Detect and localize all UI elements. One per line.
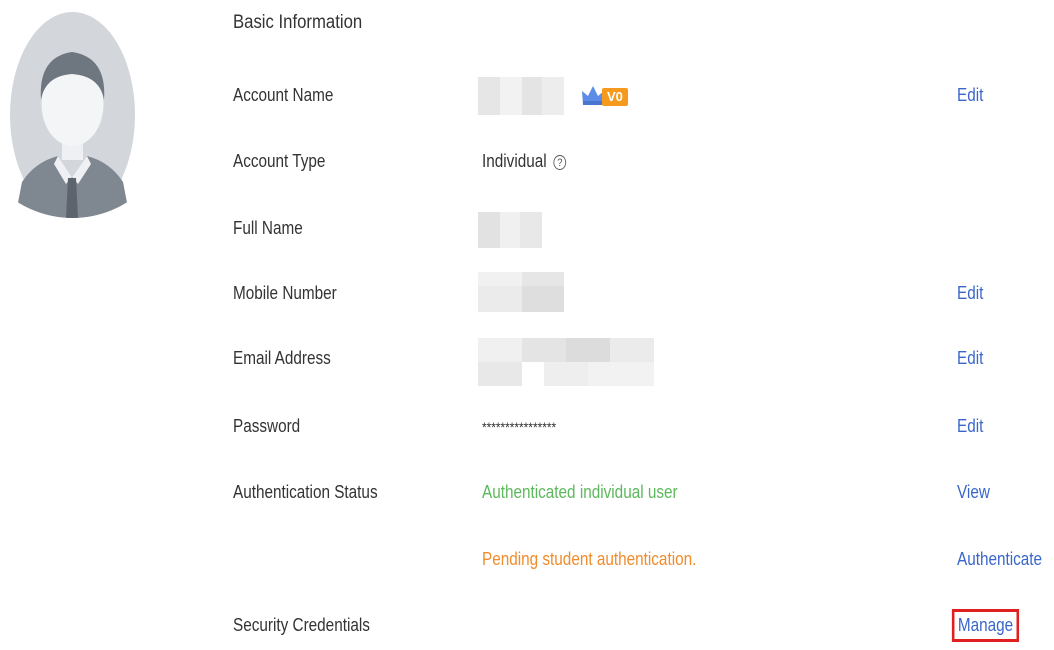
account-type-text: Individual xyxy=(482,151,547,171)
email-address-redacted xyxy=(478,338,654,386)
manage-security-credentials-link[interactable]: Manage xyxy=(951,609,1020,642)
edit-account-name-link[interactable]: Edit xyxy=(957,85,983,106)
row-authentication-status: Authentication Status Authenticated indi… xyxy=(0,474,1054,514)
row-account-type: Account Type Individual? xyxy=(0,143,1054,183)
row-account-name: Account Name V0 Edit xyxy=(0,77,1054,117)
edit-mobile-number-link[interactable]: Edit xyxy=(957,283,983,304)
full-name-redacted xyxy=(478,212,542,248)
row-full-name: Full Name xyxy=(0,210,1054,250)
password-label: Password xyxy=(233,416,301,436)
mobile-number-label: Mobile Number xyxy=(233,283,337,303)
row-security-credentials: Security Credentials Manage xyxy=(0,607,1054,647)
account-name-redacted xyxy=(478,77,564,115)
password-masked-value: **************** xyxy=(482,419,557,435)
vip-level-tag: V0 xyxy=(602,88,628,106)
basic-info-page: Basic Information Account Name V0 Edit A… xyxy=(0,0,1054,650)
question-circle-icon[interactable]: ? xyxy=(553,155,567,170)
email-address-label: Email Address xyxy=(233,348,331,368)
section-title: Basic Information xyxy=(233,12,363,33)
authentication-status-label: Authentication Status xyxy=(233,482,378,502)
student-authentication-status: Pending student authentication. xyxy=(482,549,697,569)
account-name-label: Account Name xyxy=(233,85,334,105)
row-mobile-number: Mobile Number Edit xyxy=(0,272,1054,315)
account-type-value: Individual? xyxy=(482,151,567,172)
authenticate-student-link[interactable]: Authenticate xyxy=(957,549,1042,570)
edit-email-address-link[interactable]: Edit xyxy=(957,348,983,369)
security-credentials-label: Security Credentials xyxy=(233,615,370,635)
authenticated-status-value: Authenticated individual user xyxy=(482,482,678,502)
row-email-address: Email Address Edit xyxy=(0,338,1054,386)
view-authentication-link[interactable]: View xyxy=(957,482,990,503)
account-type-label: Account Type xyxy=(233,151,326,171)
row-password: Password **************** Edit xyxy=(0,408,1054,448)
row-student-authentication: Pending student authentication. Authenti… xyxy=(0,541,1054,581)
mobile-number-redacted xyxy=(478,272,564,312)
edit-password-link[interactable]: Edit xyxy=(957,416,983,437)
full-name-label: Full Name xyxy=(233,218,303,238)
